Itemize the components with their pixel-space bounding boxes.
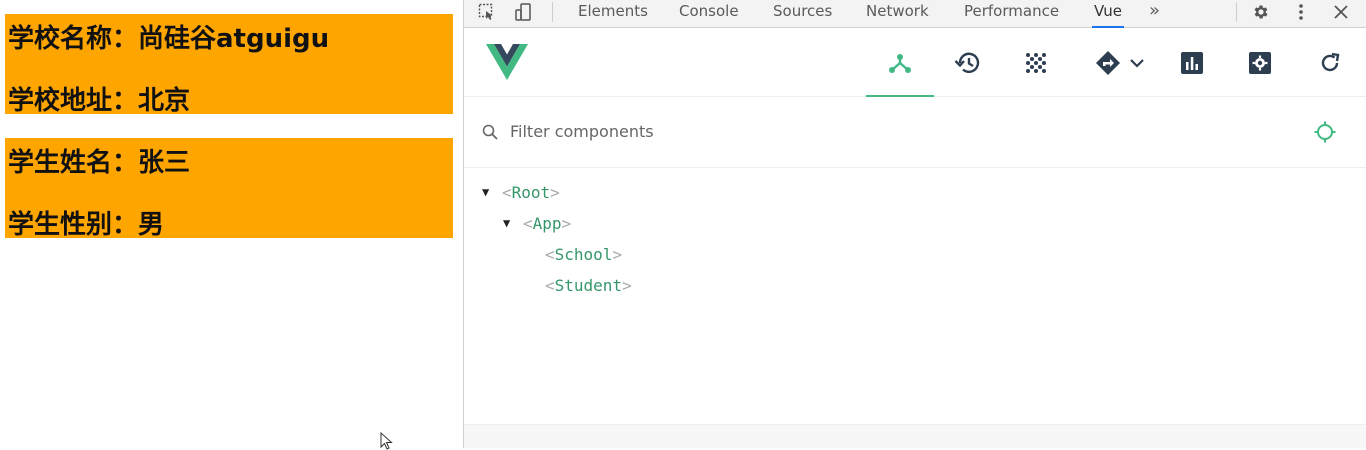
devtools-tab-network[interactable]: Network [866, 0, 929, 28]
devtools-tab-console[interactable]: Console [679, 0, 739, 28]
student-gender-value: 男 [138, 210, 165, 240]
settings-gear-icon[interactable] [1250, 0, 1272, 24]
school-address-value: 北京 [138, 86, 191, 116]
tree-node-label: School [554, 244, 613, 264]
tree-node-school[interactable]: < School > [545, 240, 622, 268]
select-component-crosshair-icon[interactable] [1314, 121, 1336, 143]
student-gender-label: 学生性别： [8, 210, 139, 240]
routing-dropdown-button[interactable] [1082, 29, 1158, 97]
component-tree-icon [889, 54, 911, 73]
school-name-label: 学校名称： [8, 24, 139, 54]
tree-node-label: App [532, 213, 562, 233]
school-address-row: 学校地址：北京 [8, 80, 190, 117]
timeline-tab-button[interactable] [934, 29, 1002, 97]
history-icon [954, 52, 980, 73]
devtools-tab-vue[interactable]: Vue [1092, 0, 1124, 28]
tree-node-label: Student [554, 275, 623, 295]
bar-chart-icon [1181, 52, 1203, 74]
tree-node-root[interactable]: ▼ < Root > [482, 178, 560, 206]
tree-node-label: Root [511, 182, 551, 202]
student-name-value: 张三 [138, 148, 191, 178]
devtools-toolbar: Elements Console Sources Network Performance… [464, 0, 1366, 28]
tree-node-student[interactable]: < Student > [545, 271, 632, 299]
school-address-label: 学校地址： [8, 86, 139, 116]
app-page: 学校名称：尚硅谷atguigu 学校地址：北京 学生姓名：张三 学生性别：男 [0, 0, 463, 450]
chevron-down-icon [1130, 59, 1144, 68]
devtools-tab-sources[interactable]: Sources [773, 0, 832, 28]
mouse-cursor-icon [380, 432, 393, 450]
settings-icon [1249, 52, 1271, 74]
vuex-tab-button[interactable] [1002, 29, 1070, 97]
components-tab-button[interactable] [866, 29, 934, 97]
more-tabs-button[interactable]: » [1149, 0, 1160, 28]
route-sign-icon [1096, 51, 1120, 75]
devtools-tab-elements[interactable]: Elements [578, 0, 648, 28]
devtools-panel: Elements Console Sources Network Performance… [463, 0, 1366, 448]
school-name-value: 尚硅谷atguigu [138, 24, 330, 54]
school-name-row: 学校名称：尚硅谷atguigu [8, 18, 329, 55]
expand-toggle-icon[interactable]: ▼ [482, 185, 502, 199]
tree-node-app[interactable]: ▼ < App > [503, 209, 571, 237]
devtools-tab-performance[interactable]: Performance [964, 0, 1059, 28]
bottom-strip [464, 424, 1366, 448]
school-card: 学校名称：尚硅谷atguigu 学校地址：北京 [5, 14, 453, 117]
performance-tab-button[interactable] [1158, 29, 1226, 97]
dots-grid-icon [1026, 53, 1046, 73]
device-toolbar-icon[interactable] [512, 0, 534, 24]
filter-components-input[interactable] [510, 122, 810, 141]
kebab-menu-icon[interactable] [1290, 0, 1312, 24]
student-card: 学生姓名：张三 学生性别：男 [5, 138, 453, 241]
filter-bar [464, 98, 1366, 168]
vue-devtools-header [464, 29, 1366, 97]
student-name-row: 学生姓名：张三 [8, 142, 190, 179]
student-name-label: 学生姓名： [8, 148, 139, 178]
refresh-icon [1321, 52, 1340, 72]
settings-tab-button[interactable] [1226, 29, 1294, 97]
refresh-button[interactable] [1296, 29, 1364, 97]
expand-toggle-icon[interactable]: ▼ [503, 216, 523, 230]
search-icon [482, 124, 498, 140]
student-gender-row: 学生性别：男 [8, 204, 164, 241]
vue-logo-icon [486, 44, 528, 84]
inspect-element-icon[interactable] [476, 0, 498, 24]
close-icon[interactable] [1330, 0, 1352, 24]
